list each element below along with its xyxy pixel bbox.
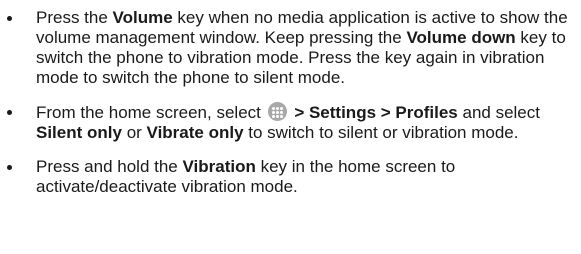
bullet-dot bbox=[7, 110, 12, 115]
bold-settings-path: > Settings > Profiles bbox=[289, 103, 458, 122]
text: Press and hold the bbox=[36, 157, 183, 176]
bold-vibrate-only: Vibrate only bbox=[146, 123, 244, 142]
bold-volume-down: Volume down bbox=[406, 28, 516, 47]
text: or bbox=[121, 123, 147, 142]
bullet-dot bbox=[7, 165, 12, 170]
instruction-list: Press the Volume key when no media appli… bbox=[0, 0, 581, 197]
bold-volume: Volume bbox=[112, 8, 173, 27]
list-item-settings-profiles: From the home screen, select > Settings … bbox=[0, 102, 581, 143]
text: to switch to silent or vibration mode. bbox=[243, 123, 519, 142]
bold-vibration: Vibration bbox=[182, 157, 256, 176]
list-item-vibration-key: Press and hold the Vibration key in the … bbox=[0, 157, 581, 197]
bullet-dot bbox=[7, 16, 12, 21]
text: Press the bbox=[36, 8, 113, 27]
text: and select bbox=[457, 103, 540, 122]
apps-grid-icon bbox=[267, 102, 287, 121]
bold-silent-only: Silent only bbox=[36, 123, 122, 142]
text: From the home screen, select bbox=[36, 103, 266, 122]
list-item-volume-key: Press the Volume key when no media appli… bbox=[0, 8, 581, 88]
